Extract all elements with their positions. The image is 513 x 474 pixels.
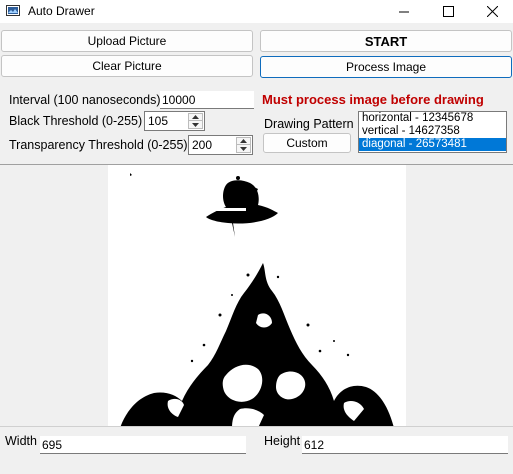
transparency-threshold-up[interactable]	[236, 137, 251, 145]
clear-picture-button[interactable]: Clear Picture	[1, 55, 253, 77]
transparency-threshold-stepper[interactable]: 200	[188, 135, 253, 155]
app-icon	[6, 5, 20, 16]
black-threshold-up[interactable]	[188, 113, 203, 121]
arrow-down-icon	[240, 146, 247, 151]
transparency-threshold-down[interactable]	[236, 145, 251, 153]
transparency-threshold-label: Transparency Threshold (0-255)	[9, 138, 188, 152]
silhouette-image	[120, 173, 394, 426]
black-threshold-value: 105	[148, 114, 169, 128]
custom-pattern-button[interactable]: Custom	[263, 133, 351, 153]
interval-input[interactable]: 10000	[160, 91, 254, 109]
black-threshold-label: Black Threshold (0-255)	[9, 114, 143, 128]
height-label: Height	[264, 434, 301, 448]
interval-label: Interval (100 nanoseconds)	[9, 93, 161, 107]
window-title: Auto Drawer	[28, 4, 95, 18]
process-image-button[interactable]: Process Image	[260, 56, 512, 78]
minimize-button[interactable]	[381, 0, 427, 23]
close-icon	[486, 6, 498, 17]
upload-picture-button[interactable]: Upload Picture	[1, 30, 253, 52]
maximize-icon	[442, 6, 454, 17]
arrow-down-icon	[192, 122, 199, 127]
processed-picture	[108, 165, 406, 426]
width-input[interactable]: 695	[40, 436, 246, 454]
arrow-up-icon	[240, 139, 247, 143]
black-threshold-down[interactable]	[188, 121, 203, 129]
black-threshold-stepper[interactable]: 105	[144, 111, 205, 131]
start-button[interactable]: START	[260, 30, 512, 52]
close-button[interactable]	[469, 0, 513, 23]
title-bar: Auto Drawer	[0, 0, 513, 23]
process-warning: Must process image before drawing	[262, 92, 484, 107]
drawing-pattern-label: Drawing Pattern	[264, 117, 354, 131]
width-label: Width	[5, 434, 37, 448]
minimize-icon	[399, 11, 409, 12]
arrow-up-icon	[192, 115, 199, 119]
height-input[interactable]: 612	[302, 436, 508, 454]
maximize-button[interactable]	[425, 0, 471, 23]
pattern-option-diagonal[interactable]: diagonal - 26573481	[359, 138, 506, 151]
drawing-pattern-list[interactable]: horizontal - 12345678 vertical - 1462735…	[358, 111, 507, 153]
pattern-option-vertical[interactable]: vertical - 14627358	[359, 125, 506, 138]
transparency-threshold-value: 200	[192, 138, 213, 152]
pattern-option-horizontal[interactable]: horizontal - 12345678	[359, 112, 506, 125]
picture-panel[interactable]	[0, 164, 513, 427]
